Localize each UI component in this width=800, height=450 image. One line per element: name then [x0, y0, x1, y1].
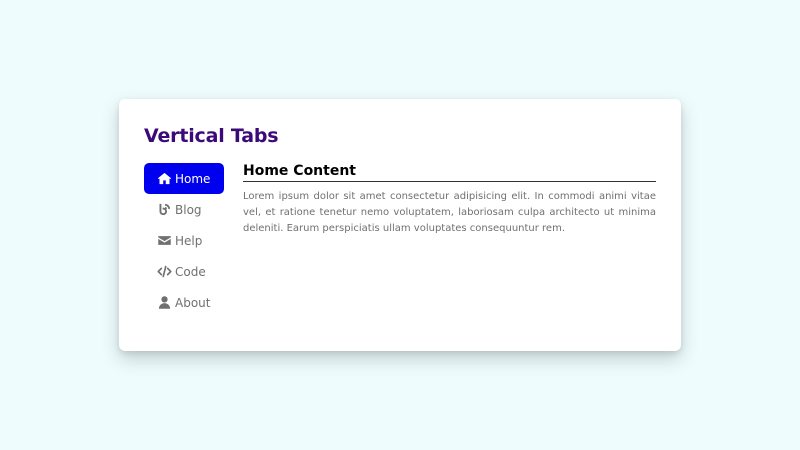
- tab-help[interactable]: Help: [144, 225, 224, 256]
- tab-panel: Home Content Lorem ipsum dolor sit amet …: [243, 163, 656, 237]
- tab-home-label: Home: [175, 171, 211, 186]
- panel-heading: Home Content: [243, 163, 656, 182]
- tab-home[interactable]: Home: [144, 163, 224, 194]
- blog-icon: [156, 202, 172, 218]
- home-icon: [156, 171, 172, 187]
- panel-body: Lorem ipsum dolor sit amet consectetur a…: [243, 191, 656, 234]
- tab-about[interactable]: About: [144, 287, 224, 318]
- envelope-icon: [156, 233, 172, 249]
- vertical-tab-list: Home Blog Help Code About: [144, 163, 224, 318]
- card-title: Vertical Tabs: [144, 125, 279, 147]
- user-icon: [156, 295, 172, 311]
- tabs-card: Vertical Tabs Home Blog Help Code About …: [119, 99, 681, 351]
- tab-code[interactable]: Code: [144, 256, 224, 287]
- tab-blog-label: Blog: [175, 202, 202, 217]
- tab-about-label: About: [175, 295, 211, 310]
- tab-blog[interactable]: Blog: [144, 194, 224, 225]
- code-icon: [156, 264, 172, 280]
- tab-help-label: Help: [175, 233, 203, 248]
- tab-code-label: Code: [175, 264, 206, 279]
